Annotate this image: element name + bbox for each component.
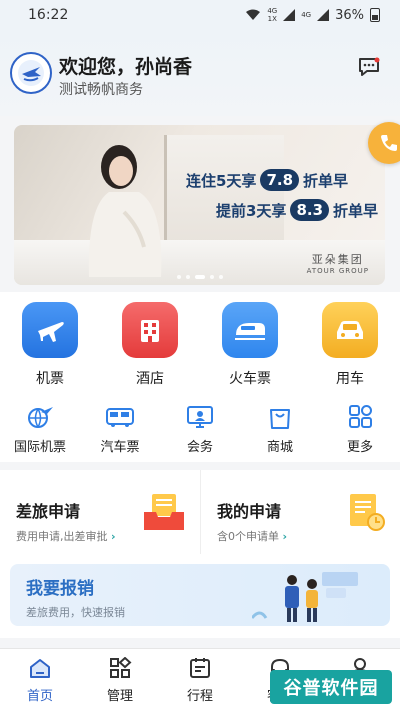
train-icon xyxy=(222,302,278,358)
meeting-icon xyxy=(187,406,213,428)
chevron-right-icon: › xyxy=(282,530,288,543)
company-logo[interactable] xyxy=(10,52,52,94)
network-label-bottom: 1X xyxy=(267,15,277,23)
service-hotel[interactable]: 酒店 xyxy=(100,302,200,388)
nav-manage[interactable]: 管理 xyxy=(80,649,160,710)
wifi-icon xyxy=(246,9,261,20)
offer-1-text: 连住5天享 xyxy=(186,171,257,190)
my-applications-sub-text: 含0个申请单 xyxy=(217,530,279,543)
company-name: 测试畅帆商务 xyxy=(59,82,143,98)
globe-plane-icon xyxy=(28,407,53,428)
status-time: 16:22 xyxy=(28,7,69,23)
carousel-dot[interactable] xyxy=(218,275,223,279)
hotel-icon xyxy=(122,302,178,358)
carousel-dot[interactable] xyxy=(194,275,205,279)
service-intl-flight[interactable]: 国际机票 xyxy=(0,404,80,455)
status-bar: 16:22 4G 1X 4G 36% xyxy=(0,0,400,30)
service-meeting-label: 会务 xyxy=(186,440,213,455)
service-more-label: 更多 xyxy=(346,440,373,455)
carousel-dot[interactable] xyxy=(209,275,214,279)
service-car[interactable]: 用车 xyxy=(300,302,400,388)
signal-icon-2 xyxy=(317,9,330,21)
service-hotel-label: 酒店 xyxy=(136,371,164,387)
offer-1-discount: 7.8 xyxy=(260,169,300,191)
shopping-bag-icon xyxy=(270,409,290,429)
battery-percent: 36% xyxy=(335,7,364,23)
reimburse-subtitle: 差旅费用，快速报销 xyxy=(26,606,125,619)
more-grid-icon xyxy=(349,405,372,428)
plane-icon xyxy=(22,302,78,358)
signal-icon xyxy=(283,9,296,21)
service-meeting[interactable]: 会务 xyxy=(160,404,240,455)
carousel-dot[interactable] xyxy=(176,275,181,279)
network-label-top: 4G xyxy=(267,7,278,15)
bus-icon xyxy=(106,408,134,427)
message-icon[interactable] xyxy=(358,57,380,77)
service-mall[interactable]: 商城 xyxy=(240,404,320,455)
reimburse-section: 我要报销 差旅费用，快速报销 xyxy=(0,554,400,638)
service-flight-label: 机票 xyxy=(36,371,64,387)
chevron-right-icon: › xyxy=(111,530,116,543)
battery-icon xyxy=(370,8,380,22)
document-clock-icon xyxy=(350,494,385,531)
offer-1-suffix: 折单早 xyxy=(303,171,349,190)
brand-name-en: ATOUR GROUP xyxy=(306,267,369,275)
service-train-label: 火车票 xyxy=(229,371,271,387)
application-tray-icon xyxy=(144,494,184,530)
status-indicators: 4G 1X 4G 36% xyxy=(245,7,380,23)
nav-manage-label: 管理 xyxy=(106,689,133,704)
travel-application-card[interactable]: 差旅申请 费用申请,出差审批 › xyxy=(0,470,200,554)
network-type-2: 4G xyxy=(301,11,311,19)
manage-grid-icon xyxy=(110,657,132,678)
home-icon xyxy=(30,659,50,678)
banner-person-image xyxy=(88,145,162,277)
carousel-dot[interactable] xyxy=(185,275,190,279)
banner-brand-logo: 亚朵集团 ATOUR GROUP xyxy=(307,251,369,275)
banner-offer-1: 连住5天享 7.8 折单早 xyxy=(186,169,348,191)
travel-application-sub-text: 费用申请,出差审批 xyxy=(16,530,108,543)
services-panel: 机票 酒店 火车票 用车 国际机票 汽车票 会务 商城 更多 xyxy=(0,292,400,462)
service-intl-flight-label: 国际机票 xyxy=(13,440,66,455)
service-car-label: 用车 xyxy=(336,371,364,387)
nav-trips-label: 行程 xyxy=(186,689,213,704)
service-mall-label: 商城 xyxy=(266,440,293,455)
greeting-text: 欢迎您，孙尚香 xyxy=(59,56,193,78)
offer-2-suffix: 折单早 xyxy=(333,201,379,220)
service-more[interactable]: 更多 xyxy=(320,404,400,455)
my-applications-card[interactable]: 我的申请 含0个申请单 › xyxy=(200,470,400,554)
application-cards: 差旅申请 费用申请,出差审批 › 我的申请 含0个申请单 › xyxy=(0,470,400,554)
network-type: 4G 1X xyxy=(267,7,277,23)
nav-trips[interactable]: 行程 xyxy=(160,649,240,710)
logo-icon xyxy=(18,60,44,86)
calendar-icon xyxy=(190,658,210,678)
header: 欢迎您，孙尚香 测试畅帆商务 xyxy=(0,30,400,116)
nav-home-label: 首页 xyxy=(26,689,53,704)
promo-banner[interactable]: 连住5天享 7.8 折单早 提前3天享 8.3 折单早 亚朵集团 ATOUR G… xyxy=(14,125,385,285)
nav-home[interactable]: 首页 xyxy=(0,649,80,710)
carousel-indicator xyxy=(14,275,385,279)
banner-offer-2: 提前3天享 8.3 折单早 xyxy=(216,199,378,221)
car-icon xyxy=(322,302,378,358)
reimburse-illustration xyxy=(252,572,358,622)
main-services-row: 机票 酒店 火车票 用车 xyxy=(0,302,400,388)
service-bus[interactable]: 汽车票 xyxy=(80,404,160,455)
brand-name-cn: 亚朵集团 xyxy=(311,253,364,266)
network-label-2: 4G xyxy=(301,11,312,19)
reimburse-title: 我要报销 xyxy=(26,579,94,599)
watermark-logo: 谷普软件园 xyxy=(270,670,392,704)
offer-2-discount: 8.3 xyxy=(290,199,330,221)
service-flight[interactable]: 机票 xyxy=(0,302,100,388)
service-bus-label: 汽车票 xyxy=(100,440,140,455)
service-train[interactable]: 火车票 xyxy=(200,302,300,388)
reimburse-banner[interactable]: 我要报销 差旅费用，快速报销 xyxy=(10,564,390,626)
phone-icon xyxy=(381,135,397,151)
offer-2-text: 提前3天享 xyxy=(216,201,287,220)
sub-services-row: 国际机票 汽车票 会务 商城 更多 xyxy=(0,404,400,455)
